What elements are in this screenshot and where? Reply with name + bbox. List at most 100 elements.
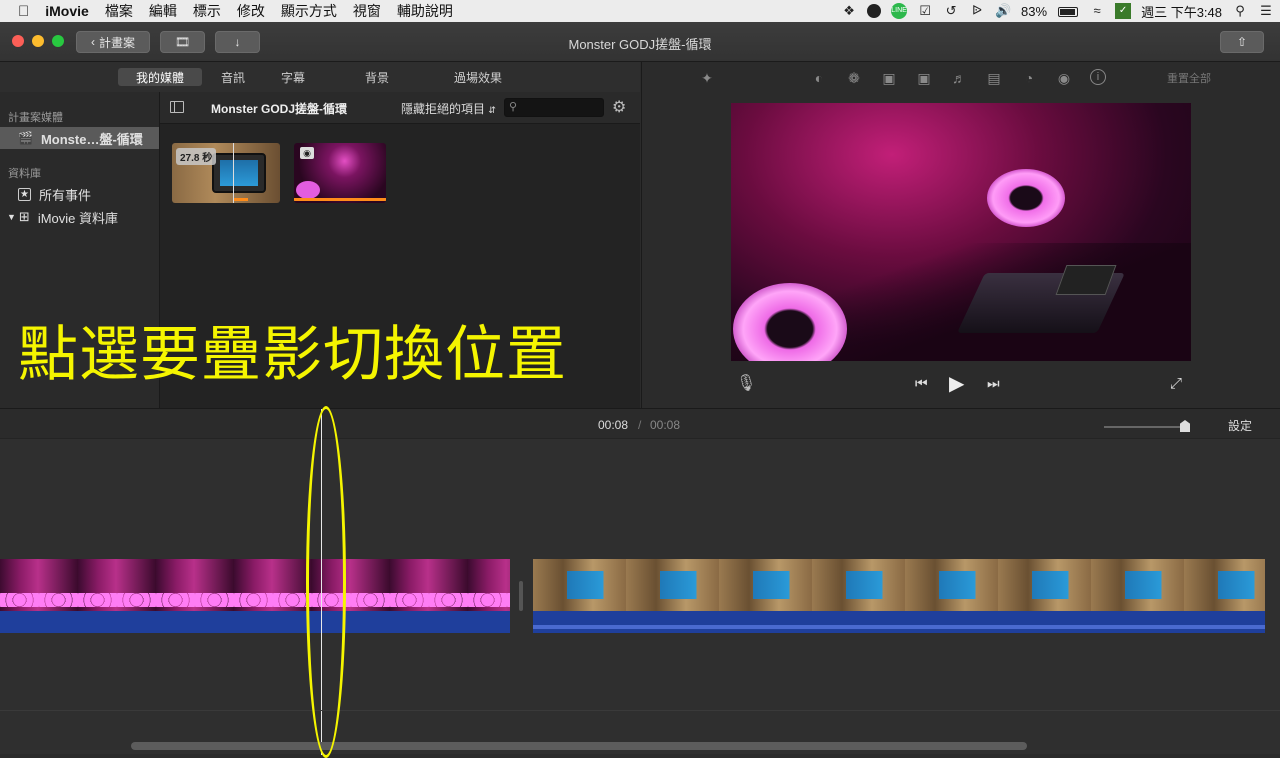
browser-title: Monster GODJ搓盤-循環 bbox=[211, 102, 348, 116]
library-header: 資料庫 bbox=[8, 168, 41, 180]
star-icon: ★ bbox=[18, 187, 31, 201]
skip-back-icon[interactable]: ⏮ bbox=[915, 375, 928, 392]
timeline-clip-ipad[interactable] bbox=[533, 559, 1267, 633]
zoom-slider-knob[interactable] bbox=[1180, 420, 1190, 432]
share-icon: ⇧ bbox=[1236, 35, 1248, 49]
search-field[interactable]: ⚲ bbox=[504, 98, 604, 117]
reset-all-button[interactable]: 重置全部 bbox=[1167, 70, 1211, 86]
play-icon[interactable]: ▶ bbox=[949, 371, 964, 396]
camera-icon: ◉ bbox=[300, 147, 314, 159]
tab-my-media[interactable]: 我的媒體 bbox=[118, 68, 202, 86]
stabilize-camera-icon[interactable]: ▣ bbox=[915, 69, 933, 87]
filter-popup[interactable]: 隱藏拒絕的項目 ⇵ bbox=[401, 100, 496, 117]
tab-titles[interactable]: 字幕 bbox=[270, 68, 316, 86]
speed-icon[interactable]: ◔ bbox=[1020, 69, 1038, 87]
menu-modify[interactable]: 修改 bbox=[229, 1, 273, 21]
current-time: 00:08 bbox=[598, 418, 629, 432]
info-icon[interactable]: i bbox=[1090, 69, 1106, 85]
list-icon[interactable]: ☰ bbox=[1258, 3, 1274, 19]
timeline-header: 00:08 / 00:08 設定 bbox=[0, 409, 1280, 439]
toggle-sidebar-icon[interactable] bbox=[170, 101, 184, 113]
timeline-divider bbox=[0, 710, 1280, 711]
crop-icon[interactable]: ▣ bbox=[880, 69, 898, 87]
equalizer-icon[interactable]: ▤ bbox=[985, 69, 1003, 87]
microphone-icon[interactable]: 🎙 bbox=[736, 373, 756, 393]
search-input[interactable] bbox=[523, 100, 601, 115]
pink-light-thumbnail bbox=[296, 181, 320, 199]
menu-file[interactable]: 檔案 bbox=[97, 1, 141, 21]
timeline-gap-handle[interactable] bbox=[519, 581, 523, 611]
media-clip-photo[interactable]: ◉ bbox=[294, 143, 386, 203]
browser-tab-bar: 我的媒體 音訊 字幕 背景 過場效果 bbox=[0, 62, 640, 92]
magic-wand-icon[interactable]: ✦ bbox=[698, 69, 716, 87]
projects-header: 計畫案媒體 bbox=[8, 112, 63, 124]
gear-icon[interactable]: ⚙ bbox=[612, 99, 630, 117]
sidebar-item-all-events-label: 所有事件 bbox=[39, 187, 92, 203]
sidebar-item-library-label: iMovie 資料庫 bbox=[37, 210, 119, 226]
used-range-bar-2 bbox=[294, 198, 386, 201]
sidebar-item-project[interactable]: 🎬 Monste…盤-循環 bbox=[0, 127, 159, 149]
qq-icon[interactable] bbox=[867, 4, 882, 18]
wifi-icon[interactable]: ≈ bbox=[1089, 3, 1105, 19]
clip-duration-badge: 27.8 秒 bbox=[176, 148, 217, 165]
menu-mark[interactable]: 標示 bbox=[185, 1, 229, 21]
annotation-text: 點選要疊影切換位置 bbox=[18, 320, 567, 390]
skip-forward-icon[interactable]: ⏭ bbox=[987, 375, 1000, 392]
search-icon[interactable]: ⚲ bbox=[1232, 3, 1248, 19]
timeline-settings-button[interactable]: 設定 bbox=[1228, 417, 1252, 434]
time-separator: / bbox=[638, 418, 642, 432]
clip-lights-pink-dots bbox=[0, 593, 510, 607]
sidebar-item-project-label: Monste…盤-循環 bbox=[40, 131, 143, 147]
share-button[interactable]: ⇧ bbox=[1220, 31, 1264, 53]
bluetooth-icon[interactable]: ᐉ bbox=[969, 3, 985, 19]
browser-header: Monster GODJ搓盤-循環 隱藏拒絕的項目 ⇵ ⚲ ⚙ bbox=[160, 92, 640, 124]
horizontal-scrollbar[interactable] bbox=[131, 742, 1027, 750]
timeline[interactable]: 00:08 / 00:08 設定 bbox=[0, 408, 1280, 755]
dropbox-icon[interactable]: ❖ bbox=[841, 3, 857, 19]
battery-icon[interactable] bbox=[1057, 3, 1079, 19]
sidebar-item-all-events[interactable]: ★ 所有事件 bbox=[0, 183, 159, 205]
used-range-bar bbox=[234, 198, 248, 201]
menu-edit[interactable]: 編輯 bbox=[141, 1, 185, 21]
menu-view[interactable]: 顯示方式 bbox=[273, 1, 345, 21]
disclosure-triangle-icon[interactable]: ▼ bbox=[7, 212, 16, 222]
apple-icon[interactable]:  bbox=[0, 3, 37, 20]
filter-effects-icon[interactable]: ◉ bbox=[1055, 69, 1073, 87]
viewer-pane: ✦ ◐ ❁ ▣ ▣ ♬ ▤ ◔ ◉ i 重置全部 🎙 ⏮ ▶ ⏭ ⤢ bbox=[641, 62, 1280, 408]
color-balance-icon[interactable]: ◐ bbox=[810, 69, 828, 87]
battery-percent: 83% bbox=[1021, 3, 1048, 19]
video-preview[interactable] bbox=[731, 103, 1191, 361]
clip-ipad-waveform bbox=[533, 625, 1265, 629]
clock[interactable]: 週三 下午3:48 bbox=[1141, 2, 1222, 21]
tab-backgrounds[interactable]: 背景 bbox=[354, 68, 400, 86]
media-clip-ipad[interactable]: 27.8 秒 bbox=[172, 143, 280, 203]
input-icon[interactable]: ✓ bbox=[1115, 3, 1132, 19]
sidebar-item-library[interactable]: ▼ ⊞ iMovie 資料庫 bbox=[0, 206, 159, 228]
updown-chevron-icon: ⇵ bbox=[488, 105, 496, 115]
window-toolbar: ‹ 計畫案 🎞 ↓ Monster GODJ搓盤-循環 ⇧ bbox=[0, 22, 1280, 62]
search-field-icon: ⚲ bbox=[509, 101, 518, 113]
ipad-thumbnail bbox=[212, 153, 266, 193]
fullscreen-icon[interactable]: ⤢ bbox=[1170, 375, 1182, 392]
color-palette-icon[interactable]: ❁ bbox=[845, 69, 863, 87]
menu-bar:  iMovie 檔案 編輯 標示 修改 顯示方式 視窗 輔助說明 ❖ LINE… bbox=[0, 0, 1280, 22]
total-time: 00:08 bbox=[650, 418, 681, 432]
timemachine-icon[interactable]: ↺ bbox=[943, 3, 959, 19]
playhead-skim-line bbox=[233, 143, 234, 203]
check-icon[interactable]: ☑ bbox=[917, 3, 933, 19]
zoom-slider[interactable] bbox=[1104, 420, 1190, 432]
grid-icon: ⊞ bbox=[18, 209, 30, 224]
volume-icon[interactable]: 🔊 bbox=[995, 3, 1011, 19]
filter-popup-label: 隱藏拒絕的項目 bbox=[401, 102, 486, 116]
window-title: Monster GODJ搓盤-循環 bbox=[568, 37, 712, 52]
volume-icon[interactable]: ♬ bbox=[950, 69, 968, 87]
menu-help[interactable]: 輔助說明 bbox=[389, 1, 461, 21]
menu-window[interactable]: 視窗 bbox=[345, 1, 389, 21]
tab-transitions[interactable]: 過場效果 bbox=[446, 68, 510, 86]
tab-audio[interactable]: 音訊 bbox=[210, 68, 256, 86]
clip-ipad-screens bbox=[567, 571, 1267, 599]
clip-ipad-audio bbox=[533, 611, 1265, 633]
menu-app-name[interactable]: iMovie bbox=[37, 3, 97, 19]
highlight-ellipse bbox=[306, 406, 346, 758]
line-icon[interactable]: LINE bbox=[891, 3, 908, 19]
